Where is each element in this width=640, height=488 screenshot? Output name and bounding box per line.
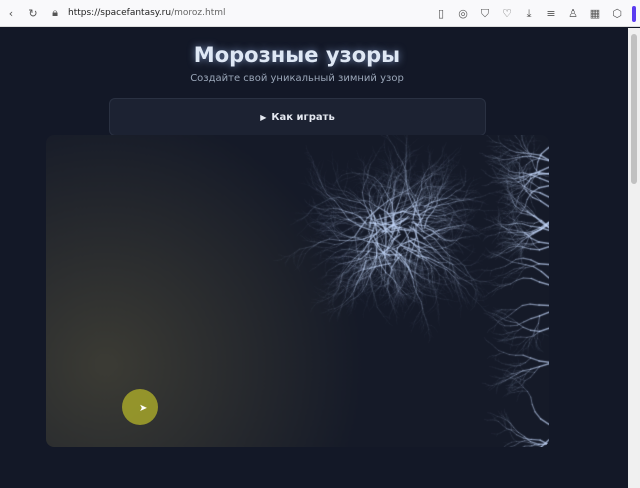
accent-indicator	[632, 5, 636, 22]
browser-toolbar: ‹ ↻ 🔒︎ https://spacefantasy.ru/moroz.htm…	[0, 0, 640, 27]
heart-icon[interactable]: ♡	[501, 7, 513, 20]
how-to-play-toggle[interactable]: ▶ Как играть	[109, 98, 486, 136]
scrollbar-thumb[interactable]	[631, 34, 637, 184]
page-title: Морозные узоры	[193, 43, 401, 67]
cursor-icon: ➤	[139, 403, 148, 414]
scrollbar[interactable]	[628, 28, 640, 488]
frost-canvas[interactable]	[46, 135, 549, 447]
back-icon[interactable]: ‹	[5, 7, 17, 20]
page-subtitle: Создайте свой уникальный зимний узор	[190, 73, 404, 84]
menu-icon[interactable]: ≡	[545, 7, 557, 20]
extensions-icon[interactable]: ⬡	[611, 7, 623, 20]
download-icon[interactable]: ⤓	[523, 7, 535, 21]
screenshot-icon[interactable]: ◎	[457, 7, 469, 20]
triangle-icon: ▶	[260, 112, 267, 122]
lock-icon: 🔒︎	[52, 6, 58, 19]
address-bar[interactable]: https://spacefantasy.ru/moroz.html	[68, 8, 226, 18]
sidebar-icon[interactable]: ▦	[589, 7, 601, 20]
how-to-play-label: Как играть	[271, 111, 335, 123]
reload-icon[interactable]: ↻	[27, 7, 39, 20]
shield-icon[interactable]: ⛉	[479, 7, 491, 21]
account-icon[interactable]: ♙	[567, 7, 579, 20]
reader-icon[interactable]: ▯	[435, 7, 447, 20]
